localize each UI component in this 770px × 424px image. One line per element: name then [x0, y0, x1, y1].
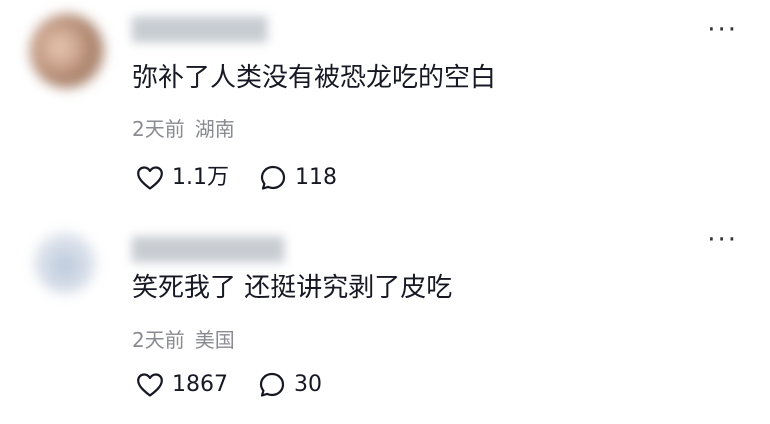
comment-actions: 1.1万 118 — [136, 160, 337, 196]
reply-count: 118 — [295, 165, 337, 190]
comment-time: 2天前 — [132, 117, 185, 141]
avatar[interactable] — [30, 14, 104, 88]
comment-time: 2天前 — [132, 328, 185, 352]
comment-bubble-icon — [259, 372, 285, 397]
like-button[interactable]: 1867 — [136, 371, 228, 399]
username-blurred[interactable]: ████████ — [132, 20, 267, 42]
comment-text: 弥补了人类没有被恐龙吃的空白 — [132, 63, 497, 93]
comment-list: ████████ ··· 弥补了人类没有被恐龙吃的空白 2天前 湖南 1.1万 1… — [0, 0, 770, 424]
comment-text: 笑死我了 还挺讲究剥了皮吃 — [132, 273, 453, 303]
comment-actions: 1867 30 — [136, 367, 322, 403]
comment-meta: 2天前 美国 — [132, 327, 235, 353]
comment-meta: 2天前 湖南 — [132, 116, 235, 142]
like-count: 1.1万 — [172, 165, 229, 190]
like-count: 1867 — [172, 372, 228, 397]
username-blurred[interactable]: █████████ — [132, 240, 284, 262]
comment-bubble-icon — [260, 165, 286, 190]
comment-location: 美国 — [194, 328, 235, 352]
reply-button[interactable]: 118 — [259, 164, 337, 192]
ellipsis-icon[interactable]: ··· — [707, 227, 738, 253]
like-button[interactable]: 1.1万 — [136, 164, 229, 192]
comment-item: █████████ ··· 笑死我了 还挺讲究剥了皮吃 2天前 美国 1867 3… — [0, 212, 770, 424]
comment-location: 湖南 — [194, 117, 235, 141]
reply-button[interactable]: 30 — [258, 371, 322, 399]
avatar[interactable] — [34, 232, 96, 294]
heart-icon — [137, 373, 163, 397]
ellipsis-icon[interactable]: ··· — [707, 17, 738, 43]
comment-item: ████████ ··· 弥补了人类没有被恐龙吃的空白 2天前 湖南 1.1万 1… — [0, 0, 770, 212]
reply-count: 30 — [294, 372, 322, 397]
heart-icon — [137, 166, 163, 190]
